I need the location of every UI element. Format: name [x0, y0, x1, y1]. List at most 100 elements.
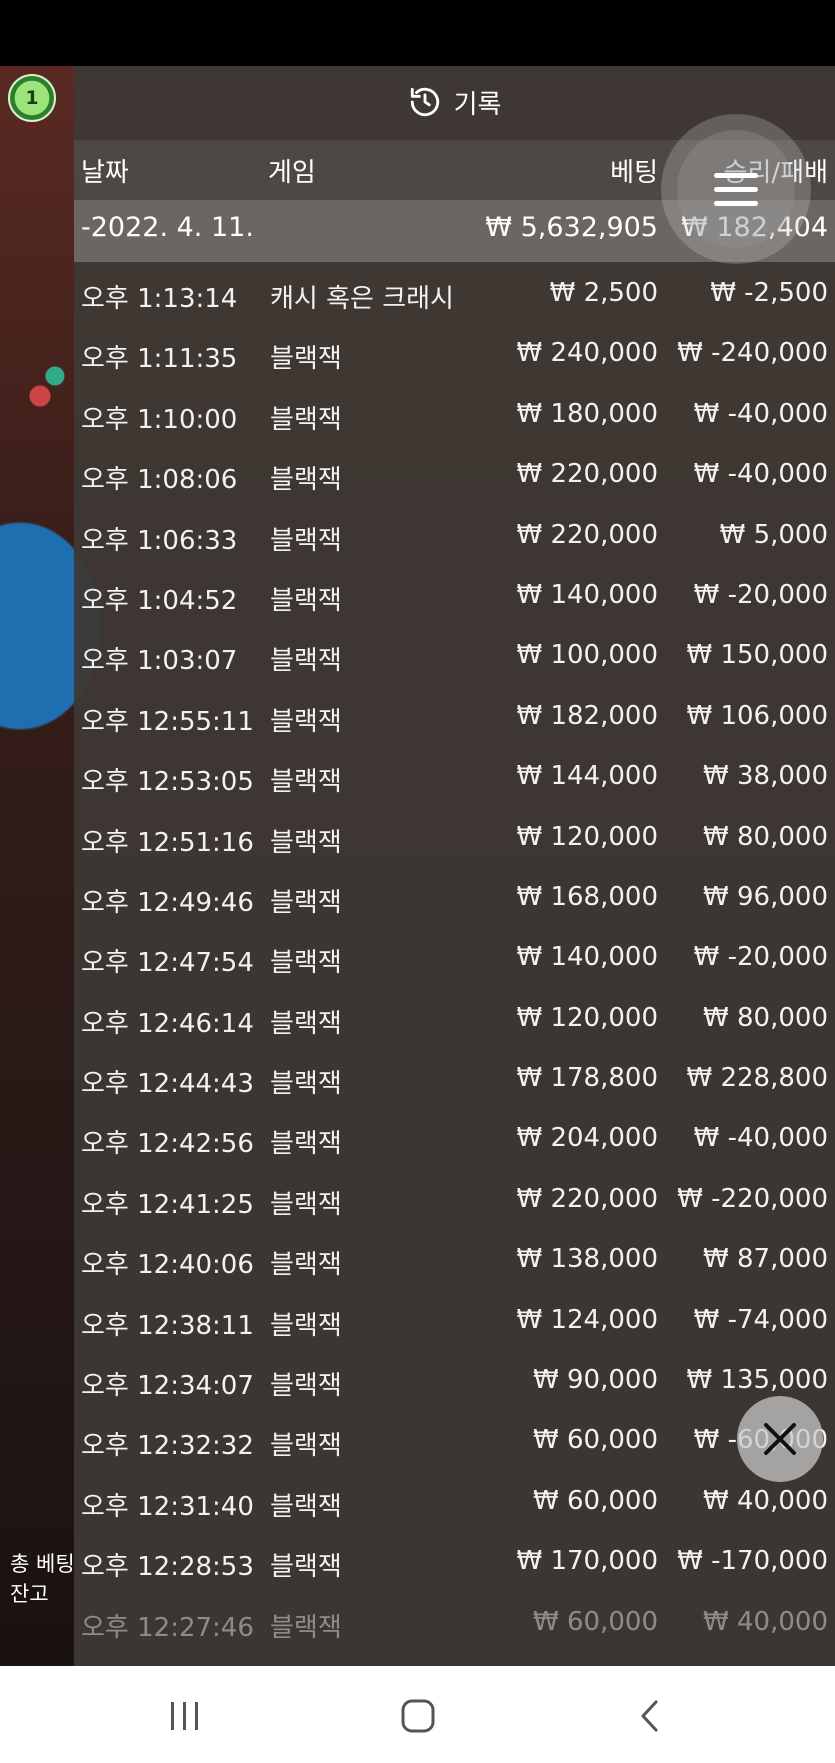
- row-win-loss: ₩ -2,500: [710, 278, 828, 308]
- row-game: 블랙잭: [270, 404, 342, 435]
- history-row[interactable]: 오후 1:08:06 블랙잭 ₩ 220,000 ₩ -40,000: [74, 445, 835, 505]
- row-win-loss: ₩ 80,000: [703, 821, 828, 852]
- row-time: 오후 12:38:11: [81, 1310, 254, 1341]
- row-game: 블랙잭: [270, 706, 342, 737]
- recents-icon[interactable]: [155, 1694, 215, 1738]
- column-date: 날짜: [81, 158, 129, 188]
- row-time: 오후 12:31:40: [81, 1491, 254, 1522]
- back-icon[interactable]: [620, 1694, 680, 1738]
- date-group-date: -2022. 4. 11.: [81, 212, 254, 243]
- history-row[interactable]: 오후 12:44:43 블랙잭 ₩ 178,800 ₩ 228,800: [74, 1049, 835, 1109]
- total-bet-label: 총 베팅: [10, 1552, 75, 1576]
- history-row[interactable]: 오후 12:46:14 블랙잭 ₩ 120,000 ₩ 80,000: [74, 989, 835, 1049]
- row-game: 블랙잭: [270, 525, 342, 556]
- row-win-loss: ₩ 5,000: [719, 519, 828, 550]
- row-time: 오후 12:51:16: [81, 827, 254, 858]
- history-row[interactable]: 오후 12:32:32블랙잭₩ 60,000₩ -60,000: [74, 1411, 835, 1471]
- row-bet: ₩ 170,000: [516, 1546, 659, 1577]
- history-row[interactable]: 오후 1:10:00 블랙잭 ₩ 180,000 ₩ -40,000: [74, 385, 835, 445]
- row-bet: ₩ 100,000: [516, 640, 659, 671]
- column-bet: 베팅: [610, 158, 658, 188]
- row-time: 오후 12:47:54: [81, 948, 254, 979]
- row-win-loss: ₩ 228,800: [686, 1063, 829, 1094]
- column-game: 게임: [268, 158, 316, 188]
- history-row[interactable]: 오후 12:55:11 블랙잭 ₩ 182,000 ₩ 106,000: [74, 687, 835, 747]
- close-button[interactable]: [737, 1396, 823, 1482]
- row-bet: ₩ 140,000: [516, 579, 659, 610]
- row-game: 블랙잭: [270, 1431, 342, 1462]
- row-bet: ₩ 220,000: [516, 519, 659, 550]
- row-game: 블랙잭: [270, 585, 342, 616]
- history-row[interactable]: 오후 12:53:05 블랙잭 ₩ 144,000 ₩ 38,000: [74, 747, 835, 807]
- history-row[interactable]: 오후 12:27:46 블랙잭 ₩ 60,000 ₩ 40,000: [74, 1593, 835, 1653]
- history-row[interactable]: 오후 12:28:53 블랙잭 ₩ 170,000 ₩ -170,000: [74, 1532, 835, 1592]
- history-row[interactable]: 오후 12:51:16 블랙잭 ₩ 120,000 ₩ 80,000: [74, 808, 835, 868]
- menu-button[interactable]: [661, 114, 811, 264]
- chip-badge[interactable]: 1: [8, 74, 56, 122]
- row-time: 오후 12:42:56: [81, 1129, 254, 1160]
- row-game: 블랙잭: [270, 827, 342, 858]
- row-bet: ₩ 168,000: [516, 881, 659, 912]
- history-row[interactable]: 오후 12:49:46 블랙잭 ₩ 168,000 ₩ 96,000: [74, 868, 835, 928]
- row-time: 오후 12:34:07: [81, 1371, 254, 1402]
- row-bet: ₩ 220,000: [516, 459, 659, 490]
- row-time: 오후 1:06:33: [81, 525, 238, 556]
- row-bet: ₩ 144,000: [516, 761, 659, 792]
- history-row[interactable]: 오후 1:04:52 블랙잭 ₩ 140,000 ₩ -20,000: [74, 566, 835, 626]
- row-bet: ₩ 138,000: [516, 1244, 659, 1275]
- row-game: 블랙잭: [270, 344, 342, 375]
- history-row[interactable]: 오후 1:11:35 블랙잭 ₩ 240,000 ₩ -240,000: [74, 324, 835, 384]
- row-bet: ₩ 180,000: [516, 398, 659, 429]
- home-icon[interactable]: [388, 1694, 448, 1738]
- row-game: 블랙잭: [270, 465, 342, 496]
- history-row[interactable]: 오후 1:13:14 캐시 혹은 크래시 ₩ 2,500 ₩ -2,500: [74, 264, 835, 324]
- row-win-loss: ₩ -240,000: [677, 338, 828, 369]
- row-time: 오후 12:28:53: [81, 1552, 254, 1583]
- row-win-loss: ₩ -220,000: [677, 1183, 828, 1214]
- row-win-loss: ₩ -74,000: [693, 1304, 828, 1335]
- history-row[interactable]: 오후 1:06:33 블랙잭 ₩ 220,000 ₩ 5,000: [74, 506, 835, 566]
- row-bet: ₩ 204,000: [516, 1123, 659, 1154]
- history-row[interactable]: 오후 12:40:06 블랙잭 ₩ 138,000 ₩ 87,000: [74, 1230, 835, 1290]
- row-game: 블랙잭: [270, 887, 342, 918]
- history-row[interactable]: 오후 12:34:07 블랙잭 ₩ 90,000 ₩ 135,000: [74, 1351, 835, 1411]
- row-time: 오후 12:32:32: [81, 1431, 254, 1462]
- history-row[interactable]: 오후 12:38:11 블랙잭 ₩ 124,000 ₩ -74,000: [74, 1291, 835, 1351]
- row-game: 블랙잭: [270, 1552, 342, 1583]
- history-row[interactable]: 오후 12:31:40 블랙잭 ₩ 60,000 ₩ 40,000: [74, 1472, 835, 1532]
- row-game: 블랙잭: [270, 767, 342, 798]
- row-game: 블랙잭: [270, 1491, 342, 1522]
- row-time: 오후 12:53:05: [81, 767, 254, 798]
- chip-count: 1: [25, 87, 39, 109]
- row-game: 블랙잭: [270, 1129, 342, 1160]
- row-bet: ₩ 240,000: [516, 338, 659, 369]
- history-row[interactable]: 오후 1:03:07 블랙잭 ₩ 100,000 ₩ 150,000: [74, 626, 835, 686]
- row-bet: ₩ 124,000: [516, 1304, 659, 1335]
- row-win-loss: ₩ 40,000: [703, 1485, 828, 1516]
- row-game: 블랙잭: [270, 1612, 342, 1643]
- row-win-loss: ₩ -40,000: [693, 398, 828, 429]
- row-bet: ₩ 120,000: [516, 1002, 659, 1033]
- row-time: 오후 12:41:25: [81, 1189, 254, 1220]
- row-win-loss: ₩ -40,000: [693, 1123, 828, 1154]
- menu-icon: [677, 130, 795, 248]
- row-game: 블랙잭: [270, 1189, 342, 1220]
- status-bar: [0, 0, 835, 66]
- row-time: 오후 1:11:35: [81, 344, 238, 375]
- row-game: 블랙잭: [270, 1250, 342, 1281]
- history-row[interactable]: 오후 12:42:56 블랙잭 ₩ 204,000 ₩ -40,000: [74, 1109, 835, 1169]
- row-bet: ₩ 60,000: [533, 1425, 658, 1456]
- row-win-loss: ₩ 106,000: [686, 700, 829, 731]
- row-game: 캐시 혹은 크래시: [270, 284, 454, 314]
- history-row[interactable]: 오후 12:47:54 블랙잭 ₩ 140,000 ₩ -20,000: [74, 928, 835, 988]
- row-bet: ₩ 90,000: [533, 1365, 658, 1396]
- row-win-loss: ₩ 80,000: [703, 1002, 828, 1033]
- row-bet: ₩ 182,000: [516, 700, 659, 731]
- row-bet: ₩ 178,800: [516, 1063, 659, 1094]
- row-time: 오후 1:10:00: [81, 404, 238, 435]
- history-row[interactable]: 오후 12:41:25 블랙잭 ₩ 220,000 ₩ -220,000: [74, 1170, 835, 1230]
- row-game: 블랙잭: [270, 1008, 342, 1039]
- panel-title: 기록: [453, 89, 502, 120]
- history-icon: [408, 85, 442, 119]
- row-win-loss: ₩ -20,000: [693, 579, 828, 610]
